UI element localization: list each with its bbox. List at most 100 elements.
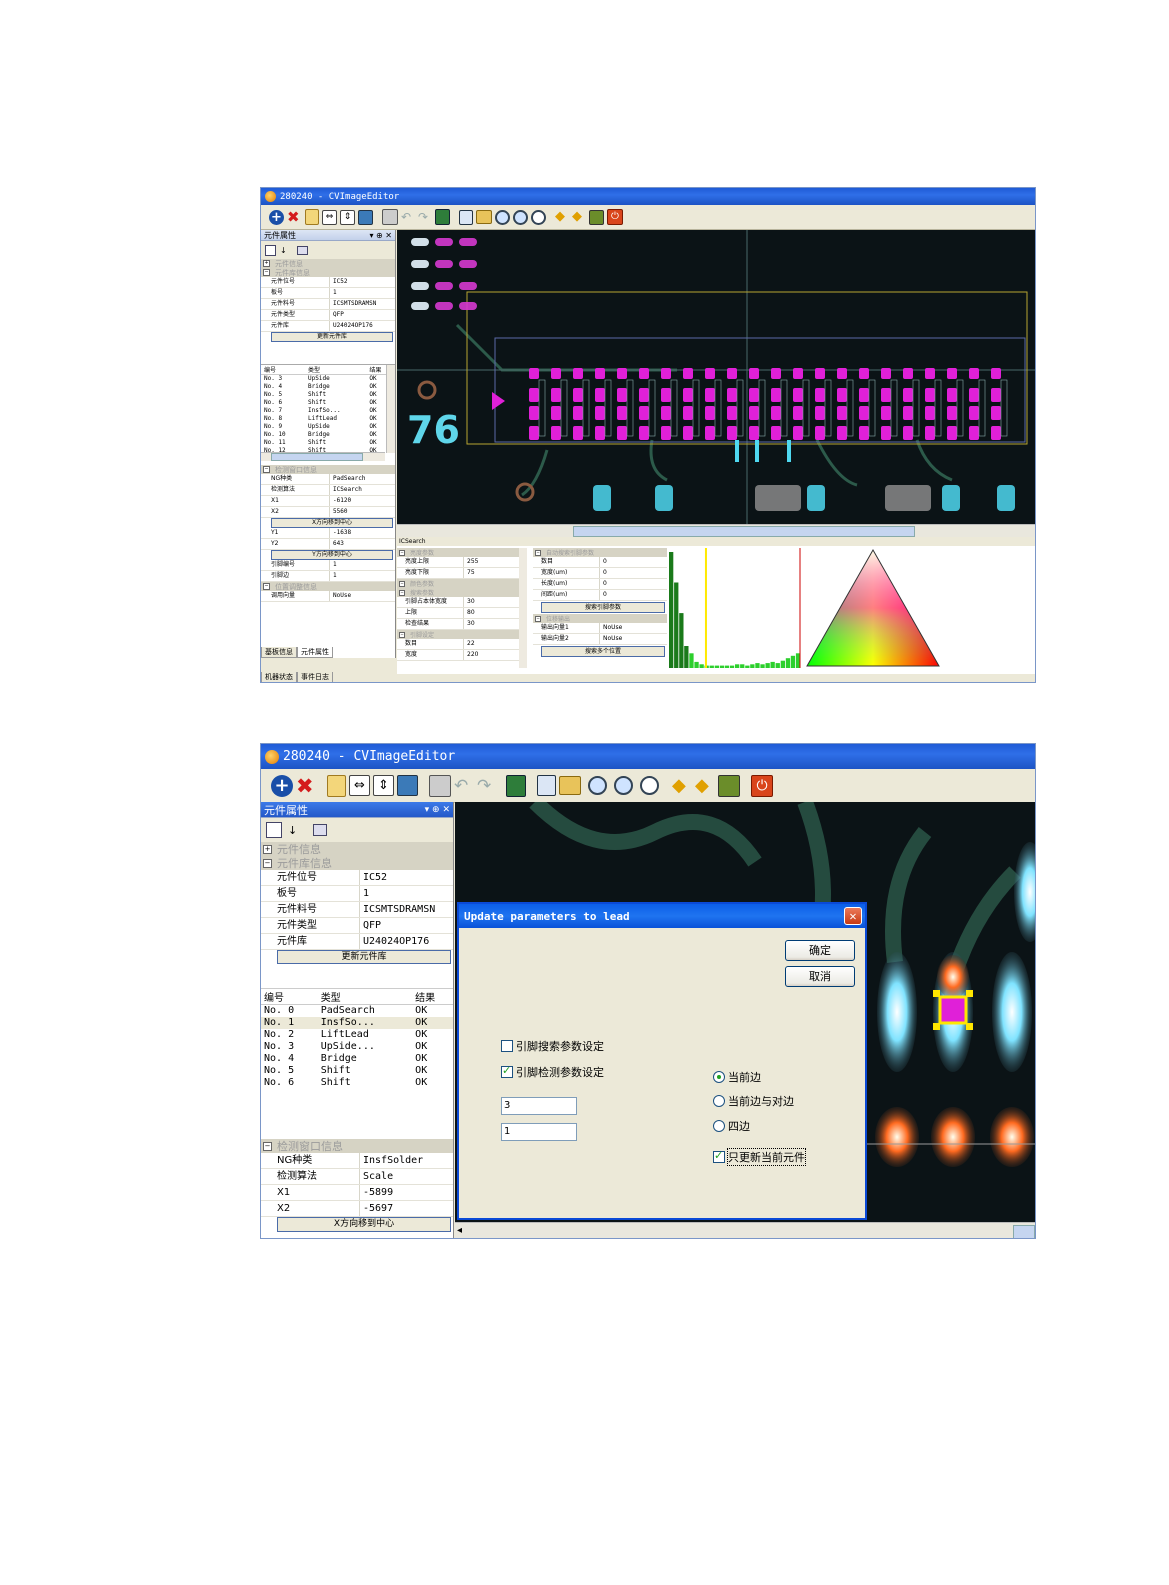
property-row[interactable]: X1 -5899 <box>261 1185 453 1201</box>
param-group[interactable]: − 位移输出 <box>533 614 667 623</box>
property-row[interactable]: 检测算法 Scale <box>261 1169 453 1185</box>
property-value[interactable]: Scale <box>360 1169 393 1184</box>
param-row[interactable]: 数目 0 <box>533 557 667 568</box>
param-value[interactable]: 220 <box>464 650 478 660</box>
only-current-checkbox[interactable]: 只更新当前元件 <box>713 1148 806 1166</box>
property-row[interactable]: NG种类 InsfSolder <box>261 1153 453 1169</box>
tab-event-log[interactable]: 事件日志 <box>297 672 333 682</box>
fit-width-icon[interactable]: ⇔ <box>322 209 337 225</box>
table-row[interactable]: No. 5 Shift OK <box>261 391 395 399</box>
property-value[interactable]: -6120 <box>330 496 351 506</box>
table-row[interactable]: No. 4 Bridge OK <box>261 383 395 391</box>
fit-width-icon[interactable]: ⇔ <box>349 775 370 796</box>
property-value[interactable]: 1 <box>360 886 369 901</box>
radio-dot[interactable] <box>713 1120 725 1132</box>
table-row[interactable]: No. 9 UpSide OK <box>261 423 395 431</box>
column-header[interactable]: 编号 <box>261 365 306 375</box>
param-value[interactable]: 30 <box>464 597 475 607</box>
arrow-left-icon[interactable]: ◆ <box>555 210 569 224</box>
param-group[interactable]: − 搜索参数 <box>397 588 527 597</box>
image-hscroll[interactable]: ◂ <box>455 1222 1035 1238</box>
undo-icon[interactable]: ↶ <box>401 210 415 224</box>
categorized-icon[interactable] <box>265 244 276 256</box>
fit-height-icon[interactable]: ⇕ <box>340 209 355 225</box>
param-value[interactable]: 0 <box>600 568 607 578</box>
fit-height-icon[interactable]: ⇕ <box>373 775 394 796</box>
tab-component-props[interactable]: 元件属性 <box>297 647 333 658</box>
param-row[interactable]: 间距(um) 0 <box>533 590 667 601</box>
section-library-info[interactable]: − 元件库信息 <box>261 856 453 870</box>
detect-params-checkbox[interactable]: 引脚检测参数设定 <box>501 1064 604 1080</box>
property-value[interactable]: ICSMTSDRAMSN <box>360 902 435 917</box>
param-row[interactable]: 上限 80 <box>397 608 527 619</box>
save-icon[interactable] <box>537 775 556 796</box>
property-value[interactable]: ICSMTSDRAMSN <box>330 299 376 309</box>
property-row[interactable]: X2 -5697 <box>261 1201 453 1217</box>
table-row[interactable]: No. 6 Shift OK <box>261 399 395 407</box>
x-center-button[interactable]: X方向移到中心 <box>271 518 393 528</box>
close-icon[interactable]: ✕ <box>844 907 862 925</box>
image-hscroll[interactable] <box>397 524 1035 537</box>
checkbox-box[interactable] <box>713 1149 725 1163</box>
zoom-out-icon[interactable] <box>531 209 546 225</box>
property-row[interactable]: 元件位号 IC52 <box>261 870 453 886</box>
cancel-button[interactable]: 取消 <box>785 966 855 987</box>
property-value[interactable]: InsfSolder <box>360 1153 423 1168</box>
redo-icon[interactable]: ↷ <box>477 776 497 796</box>
param-value[interactable]: 0 <box>600 557 607 567</box>
layers-icon[interactable] <box>718 774 740 797</box>
param-value[interactable]: 0 <box>600 579 607 589</box>
property-value[interactable]: -1638 <box>330 528 351 538</box>
column-header[interactable]: 类型 <box>317 989 413 1005</box>
table-row[interactable]: No. 1 InsfSo... OK <box>261 1016 453 1029</box>
param-row[interactable]: 数目 22 <box>397 639 527 650</box>
checkbox-box[interactable] <box>501 1040 513 1052</box>
arrow-right-icon[interactable]: ◆ <box>572 210 586 224</box>
property-row[interactable]: 板号 1 <box>261 886 453 902</box>
zoom-icon[interactable] <box>588 776 607 795</box>
search-params-checkbox[interactable]: 引脚搜索参数设定 <box>501 1038 604 1054</box>
radio-four-sides[interactable]: 四边 <box>713 1118 750 1134</box>
table-row[interactable]: No. 7 InsfSo... OK <box>261 407 395 415</box>
book-icon[interactable] <box>327 774 346 797</box>
property-value[interactable]: U24024OP176 <box>330 321 373 331</box>
property-row[interactable]: X2 5560 <box>261 507 395 518</box>
table-row[interactable]: No. 3 UpSide OK <box>261 375 395 383</box>
property-row[interactable]: 元件类型 QFP <box>261 918 453 934</box>
param-group[interactable]: − 自动搜索引脚参数 <box>533 548 667 557</box>
param-group[interactable]: − 颜色参数 <box>397 579 527 588</box>
image-icon[interactable] <box>397 775 418 796</box>
radio-current-and-opposite[interactable]: 当前边与对边 <box>713 1093 794 1109</box>
book-stack-icon[interactable] <box>435 209 450 225</box>
tab-machine-status[interactable]: 机器状态 <box>261 672 297 682</box>
table-row[interactable]: No. 4 Bridge OK <box>261 1053 453 1065</box>
categorized-icon[interactable] <box>266 822 282 838</box>
radio-dot[interactable] <box>713 1095 725 1107</box>
property-row[interactable]: Y1 -1638 <box>261 528 395 539</box>
property-row[interactable]: NG种类 PadSearch <box>261 474 395 485</box>
book-icon[interactable] <box>305 209 319 225</box>
zoom-in-icon[interactable] <box>513 209 528 225</box>
section-window-info[interactable]: − 检测窗口信息 <box>261 465 395 474</box>
property-row[interactable]: 元件料号 ICSMTSDRAMSN <box>261 902 453 918</box>
book-stack-icon[interactable] <box>506 774 526 797</box>
ok-button[interactable]: 确定 <box>785 940 855 961</box>
property-row[interactable]: 引脚边 1 <box>261 571 395 582</box>
param-value[interactable]: 22 <box>464 639 475 649</box>
param-group[interactable]: − 亮度参数 <box>397 548 527 557</box>
open-folder-icon[interactable] <box>559 776 581 795</box>
property-value[interactable]: 643 <box>330 539 344 549</box>
table-row[interactable]: No. 3 UpSide... OK <box>261 1041 453 1053</box>
zoom-out-icon[interactable] <box>640 776 659 795</box>
property-value[interactable]: -5697 <box>360 1201 393 1216</box>
panel-controls[interactable]: ▾ ⊕ ✕ <box>369 231 392 240</box>
add-icon[interactable]: + <box>271 774 293 797</box>
section-component-info[interactable]: + 元件信息 <box>261 842 453 856</box>
param-value[interactable]: 75 <box>464 568 475 578</box>
inspection-image[interactable]: 76 <box>397 230 1035 524</box>
property-row[interactable]: 元件库 U24024OP176 <box>261 934 453 950</box>
table-row[interactable]: No. 5 Shift OK <box>261 1065 453 1077</box>
save-icon[interactable] <box>459 209 473 225</box>
property-value[interactable]: 1 <box>330 560 337 570</box>
y-center-button[interactable]: Y方向移到中心 <box>271 550 393 560</box>
